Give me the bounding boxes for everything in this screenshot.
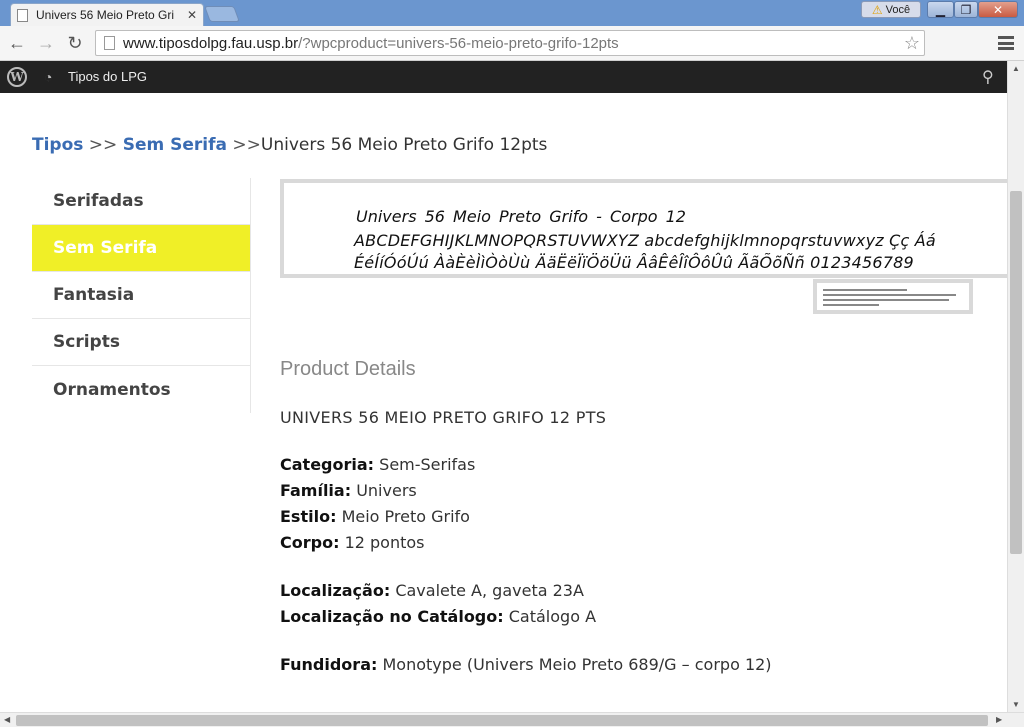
scroll-up-icon[interactable]: ▲ xyxy=(1012,64,1020,73)
horizontal-scroll-thumb[interactable] xyxy=(16,715,988,726)
product-name: UNIVERS 56 MEIO PRETO GRIFO 12 PTS xyxy=(280,408,607,427)
close-tab-icon[interactable]: ✕ xyxy=(187,8,197,22)
sidebar-item-ornamentos[interactable]: Ornamentos xyxy=(32,366,250,413)
detail-fundidora: Fundidora: Monotype (Univers Meio Preto … xyxy=(280,655,772,674)
breadcrumb-separator: >> xyxy=(232,135,261,155)
vertical-scroll-thumb[interactable] xyxy=(1010,191,1022,554)
detail-value: Cavalete A, gaveta 23A xyxy=(395,581,584,600)
detail-value: Monotype (Univers Meio Preto 689/G – cor… xyxy=(382,655,772,674)
breadcrumb-tipos-link[interactable]: Tipos xyxy=(32,135,83,155)
page-icon xyxy=(104,36,115,50)
window-titlebar: Univers 56 Meio Preto Gri ✕ ⚠ Você ▁ ❐ ✕ xyxy=(0,0,1024,26)
sidebar-item-fantasia[interactable]: Fantasia xyxy=(32,272,250,319)
scroll-down-icon[interactable]: ▼ xyxy=(1012,700,1020,709)
type-specimen-image: Univers 56 Meio Preto Grifo - Corpo 12 A… xyxy=(280,179,1007,278)
page-icon xyxy=(17,8,28,22)
sidebar-item-serifadas[interactable]: Serifadas xyxy=(32,178,250,225)
specimen-line-title: Univers 56 Meio Preto Grifo - Corpo 12 xyxy=(356,207,686,226)
reload-button[interactable]: ↻ xyxy=(64,32,86,54)
detail-value: Catálogo A xyxy=(508,607,597,626)
minimize-button[interactable]: ▁ xyxy=(927,1,954,18)
specimen-thumbnail[interactable] xyxy=(813,279,973,314)
detail-label: Estilo: xyxy=(280,507,337,526)
user-label: Você xyxy=(885,3,911,16)
detail-label: Família: xyxy=(280,481,352,500)
breadcrumb-separator: >> xyxy=(88,135,118,155)
detail-label: Corpo: xyxy=(280,533,340,552)
detail-corpo: Corpo: 12 pontos xyxy=(280,533,425,552)
specimen-line-accents: ÉéÍíÓóÚú ÀàÈèÌìÒòÙù ÄäËëÏïÖöÜü ÂâÊêÎîÔôÛ… xyxy=(354,253,914,272)
detail-estilo: Estilo: Meio Preto Grifo xyxy=(280,507,470,526)
browser-toolbar: ← → ↻ www.tiposdolpg.fau.usp.br/?wpcprod… xyxy=(0,26,1024,61)
product-details-heading: Product Details xyxy=(280,358,416,380)
detail-label: Localização no Catálogo: xyxy=(280,607,504,626)
browser-tab[interactable]: Univers 56 Meio Preto Gri ✕ xyxy=(10,3,204,26)
detail-label: Categoria: xyxy=(280,455,375,474)
user-profile-button[interactable]: ⚠ Você xyxy=(861,1,921,18)
sidebar-item-sem-serifa[interactable]: Sem Serifa xyxy=(32,225,250,272)
dashboard-icon: ◔ xyxy=(44,69,53,85)
new-tab-button[interactable] xyxy=(204,6,240,22)
close-window-button[interactable]: ✕ xyxy=(978,1,1018,18)
breadcrumb-current: Univers 56 Meio Preto Grifo 12pts xyxy=(260,135,548,155)
breadcrumb-sem-serifa-link[interactable]: Sem Serifa xyxy=(123,135,227,155)
wordpress-logo-icon[interactable]: W xyxy=(7,67,27,87)
detail-label: Fundidora: xyxy=(280,655,378,674)
detail-value: Sem-Serifas xyxy=(379,455,476,474)
specimen-line-alphabet: ABCDEFGHIJKLMNOPQRSTUVWXYZ abcdefghijklm… xyxy=(354,231,936,250)
url-host: www.tiposdolpg.fau.usp.br xyxy=(123,34,299,52)
detail-categoria: Categoria: Sem-Serifas xyxy=(280,455,475,474)
detail-value: Univers xyxy=(356,481,417,500)
url-path: /?wpcproduct=univers-56-meio-preto-grifo… xyxy=(298,34,619,52)
address-bar[interactable]: www.tiposdolpg.fau.usp.br/?wpcproduct=un… xyxy=(95,30,925,56)
scroll-right-icon[interactable]: ▶ xyxy=(996,715,1002,724)
forward-button[interactable]: → xyxy=(35,32,57,54)
detail-value: Meio Preto Grifo xyxy=(341,507,470,526)
page-content: Tipos >> Sem Serifa >>Univers 56 Meio Pr… xyxy=(0,93,1007,712)
site-name-link[interactable]: Tipos do LPG xyxy=(68,69,147,84)
detail-localizacao: Localização: Cavalete A, gaveta 23A xyxy=(280,581,584,600)
breadcrumb: Tipos >> Sem Serifa >>Univers 56 Meio Pr… xyxy=(32,135,547,155)
detail-catalogo: Localização no Catálogo: Catálogo A xyxy=(280,607,596,626)
warning-icon: ⚠ xyxy=(871,2,883,17)
horizontal-scrollbar[interactable]: ◀ ▶ xyxy=(0,712,1024,727)
back-button[interactable]: ← xyxy=(6,32,28,54)
sidebar-item-scripts[interactable]: Scripts xyxy=(32,319,250,366)
maximize-button[interactable]: ❐ xyxy=(954,1,978,18)
search-icon[interactable]: ⚲ xyxy=(982,67,994,87)
browser-menu-icon[interactable] xyxy=(998,34,1014,52)
detail-familia: Família: Univers xyxy=(280,481,417,500)
tab-title: Univers 56 Meio Preto Gri xyxy=(36,8,175,22)
category-sidebar: Serifadas Sem Serifa Fantasia Scripts Or… xyxy=(32,178,251,413)
detail-value: 12 pontos xyxy=(344,533,425,552)
vertical-scrollbar[interactable]: ▲ ▼ xyxy=(1007,61,1024,712)
scroll-left-icon[interactable]: ◀ xyxy=(4,715,10,724)
detail-label: Localização: xyxy=(280,581,391,600)
bookmark-star-icon[interactable]: ☆ xyxy=(904,33,920,54)
wp-admin-bar: W ◔ Tipos do LPG ⚲ xyxy=(0,61,1007,93)
